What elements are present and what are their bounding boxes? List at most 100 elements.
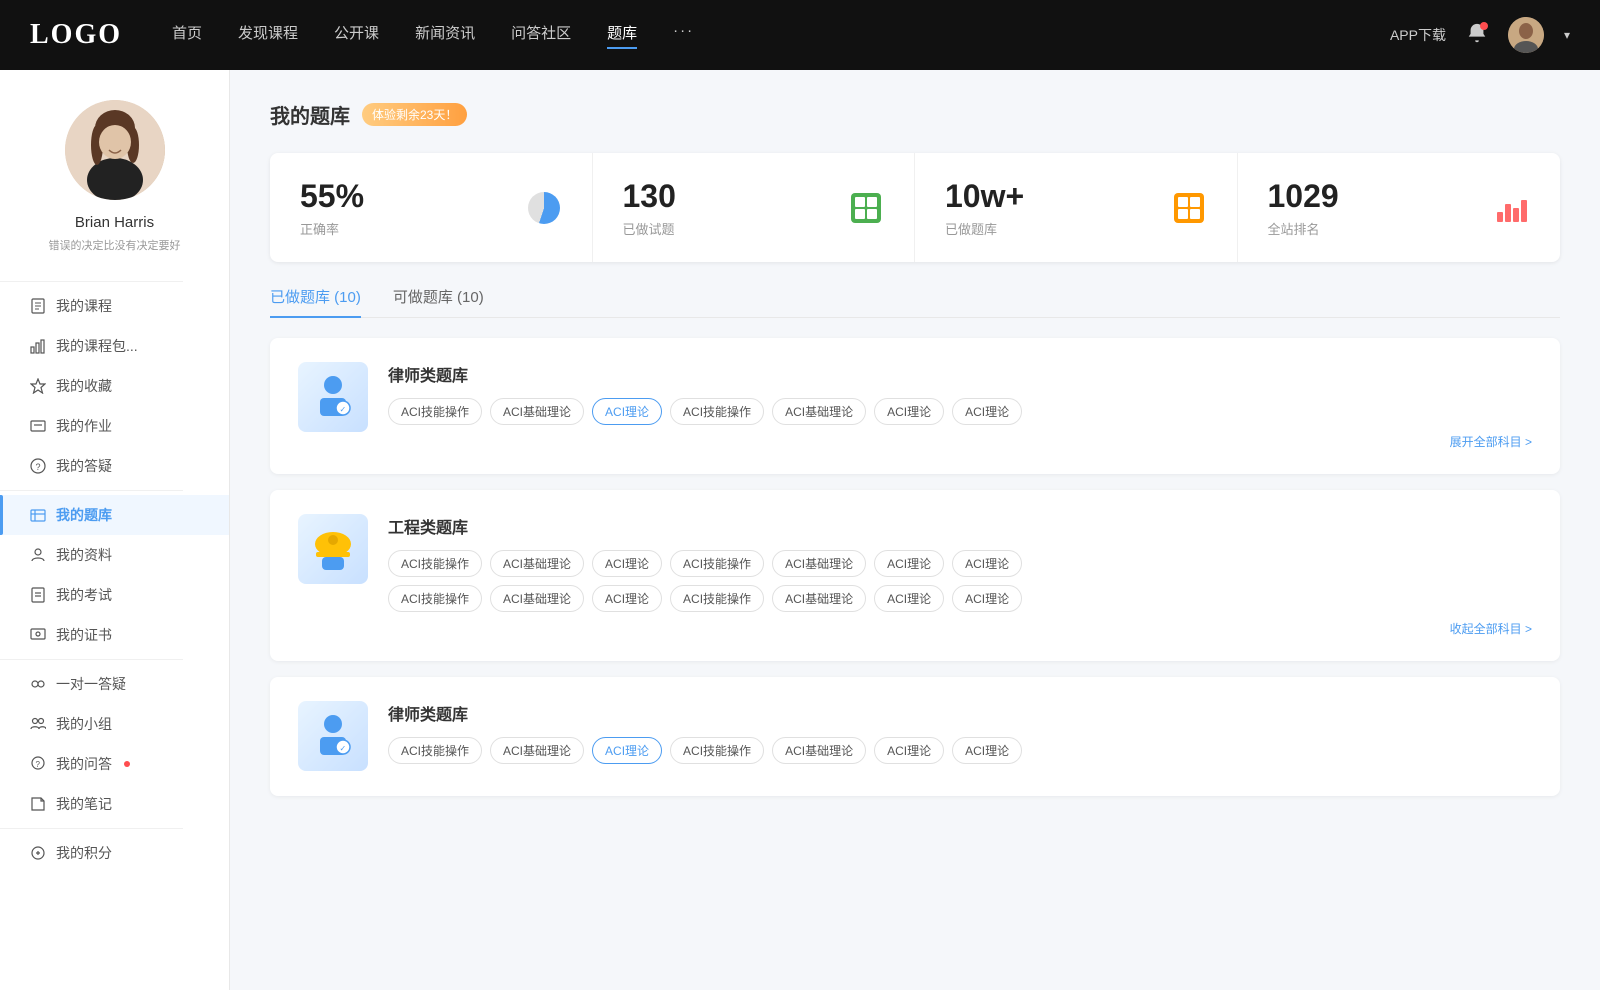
notification-dot bbox=[1480, 22, 1488, 30]
qbank-tag-2-5[interactable]: ACI理论 bbox=[874, 737, 944, 764]
sidebar-item-favorites[interactable]: 我的收藏 bbox=[0, 366, 229, 406]
user-dropdown-arrow[interactable]: ▾ bbox=[1564, 28, 1570, 42]
sidebar-menu: 我的课程 我的课程包... 我的收藏 我的作业 bbox=[0, 277, 229, 873]
sidebar-avatar-image bbox=[65, 100, 165, 200]
sidebar-item-profile[interactable]: 我的资料 bbox=[0, 535, 229, 575]
qbank-tag-1-1[interactable]: ACI基础理论 bbox=[490, 550, 584, 577]
qbank-icon-lawyer-2: ✓ bbox=[298, 701, 368, 771]
sidebar-item-qa[interactable]: ? 我的问答 bbox=[0, 744, 229, 784]
qbank-tag-0-2[interactable]: ACI理论 bbox=[592, 398, 662, 425]
app-download-link[interactable]: APP下载 bbox=[1390, 25, 1446, 45]
qbank-info-2: 律师类题库 ACI技能操作 ACI基础理论 ACI理论 ACI技能操作 ACI基… bbox=[388, 701, 1532, 772]
sidebar-item-points[interactable]: 我的积分 bbox=[0, 833, 229, 873]
nav-qa[interactable]: 问答社区 bbox=[511, 22, 571, 49]
qbank-name-1: 工程类题库 bbox=[388, 514, 1532, 538]
sidebar-item-notes[interactable]: 我的笔记 bbox=[0, 784, 229, 824]
qbank-card-2: ✓ 律师类题库 ACI技能操作 ACI基础理论 ACI理论 ACI技能操作 AC… bbox=[270, 677, 1560, 796]
sidebar-divider-4 bbox=[0, 828, 183, 829]
qbank-tag-1-6[interactable]: ACI理论 bbox=[952, 550, 1022, 577]
qbank-tag-1-r2-3[interactable]: ACI技能操作 bbox=[670, 585, 764, 612]
stat-card-done-questions: 130 已做试题 bbox=[593, 153, 916, 262]
qbank-tag-1-4[interactable]: ACI基础理论 bbox=[772, 550, 866, 577]
stat-value-done-banks: 10w+ bbox=[945, 177, 1155, 215]
qbank-tags-1-row2: ACI技能操作 ACI基础理论 ACI理论 ACI技能操作 ACI基础理论 AC… bbox=[388, 585, 1532, 612]
sidebar-item-homework[interactable]: 我的作业 bbox=[0, 406, 229, 446]
qbank-collapse-1[interactable]: 收起全部科目 > bbox=[388, 620, 1532, 637]
nav-open-course[interactable]: 公开课 bbox=[334, 22, 379, 49]
sidebar-username: Brian Harris bbox=[75, 214, 154, 231]
qbank-tag-2-4[interactable]: ACI基础理论 bbox=[772, 737, 866, 764]
sidebar-item-qbank[interactable]: 我的题库 bbox=[0, 495, 229, 535]
qbank-tag-1-r2-4[interactable]: ACI基础理论 bbox=[772, 585, 866, 612]
nav-discover[interactable]: 发现课程 bbox=[238, 22, 298, 49]
qbank-tag-0-5[interactable]: ACI理论 bbox=[874, 398, 944, 425]
qbank-tag-1-r2-5[interactable]: ACI理论 bbox=[874, 585, 944, 612]
notification-bell[interactable] bbox=[1466, 22, 1488, 49]
qbank-name-2: 律师类题库 bbox=[388, 701, 1532, 725]
sidebar-item-homework-label: 我的作业 bbox=[56, 416, 112, 436]
qbank-tag-0-4[interactable]: ACI基础理论 bbox=[772, 398, 866, 425]
qbank-info-1: 工程类题库 ACI技能操作 ACI基础理论 ACI理论 ACI技能操作 ACI基… bbox=[388, 514, 1532, 637]
qbank-tag-0-1[interactable]: ACI基础理论 bbox=[490, 398, 584, 425]
qbank-tag-1-3[interactable]: ACI技能操作 bbox=[670, 550, 764, 577]
nav-news[interactable]: 新闻资讯 bbox=[415, 22, 475, 49]
qa-icon: ? bbox=[30, 756, 46, 772]
qbank-tag-1-r2-2[interactable]: ACI理论 bbox=[592, 585, 662, 612]
chart-bars-icon bbox=[30, 338, 46, 354]
qbank-tag-0-6[interactable]: ACI理论 bbox=[952, 398, 1022, 425]
sidebar-item-1on1[interactable]: 一对一答疑 bbox=[0, 664, 229, 704]
user-avatar[interactable] bbox=[1508, 17, 1544, 53]
sidebar-item-exams[interactable]: 我的考试 bbox=[0, 575, 229, 615]
group-icon bbox=[30, 716, 46, 732]
sidebar-item-course-packages[interactable]: 我的课程包... bbox=[0, 326, 229, 366]
qbank-tag-1-r2-0[interactable]: ACI技能操作 bbox=[388, 585, 482, 612]
sidebar-item-points-label: 我的积分 bbox=[56, 843, 112, 863]
qbank-tag-2-1[interactable]: ACI基础理论 bbox=[490, 737, 584, 764]
qbank-tag-1-r2-6[interactable]: ACI理论 bbox=[952, 585, 1022, 612]
stat-label-done-questions: 已做试题 bbox=[623, 219, 833, 238]
qbank-icon-lawyer-0: ✓ bbox=[298, 362, 368, 432]
qbank-tag-1-2[interactable]: ACI理论 bbox=[592, 550, 662, 577]
qbank-tag-0-3[interactable]: ACI技能操作 bbox=[670, 398, 764, 425]
qbank-tags-2: ACI技能操作 ACI基础理论 ACI理论 ACI技能操作 ACI基础理论 AC… bbox=[388, 737, 1532, 764]
qbank-tag-1-r2-1[interactable]: ACI基础理论 bbox=[490, 585, 584, 612]
sidebar-item-courses[interactable]: 我的课程 bbox=[0, 286, 229, 326]
qbank-expand-0[interactable]: 展开全部科目 > bbox=[388, 433, 1532, 450]
qbank-tag-1-5[interactable]: ACI理论 bbox=[874, 550, 944, 577]
qbank-tags-1-row1: ACI技能操作 ACI基础理论 ACI理论 ACI技能操作 ACI基础理论 AC… bbox=[388, 550, 1532, 577]
sidebar-item-groups[interactable]: 我的小组 bbox=[0, 704, 229, 744]
engineering-helmet-icon bbox=[308, 524, 358, 574]
stat-label-accuracy: 正确率 bbox=[300, 219, 510, 238]
sidebar-item-certs[interactable]: 我的证书 bbox=[0, 615, 229, 655]
chat-icon bbox=[30, 676, 46, 692]
qbank-tag-2-2[interactable]: ACI理论 bbox=[592, 737, 662, 764]
nav-home[interactable]: 首页 bbox=[172, 22, 202, 49]
tab-done-banks[interactable]: 已做题库 (10) bbox=[270, 286, 361, 317]
sidebar-item-exams-label: 我的考试 bbox=[56, 585, 112, 605]
sidebar-item-answers[interactable]: ? 我的答疑 bbox=[0, 446, 229, 486]
stat-label-ranking: 全站排名 bbox=[1268, 219, 1479, 238]
trial-badge: 体验剩余23天！ bbox=[362, 103, 467, 126]
nav-bank[interactable]: 题库 bbox=[607, 22, 637, 49]
sidebar-avatar bbox=[65, 100, 165, 200]
qbank-info-0: 律师类题库 ACI技能操作 ACI基础理论 ACI理论 ACI技能操作 ACI基… bbox=[388, 362, 1532, 450]
bank-icon bbox=[30, 507, 46, 523]
qbank-header-1: 工程类题库 ACI技能操作 ACI基础理论 ACI理论 ACI技能操作 ACI基… bbox=[298, 514, 1532, 637]
stat-value-accuracy: 55% bbox=[300, 177, 510, 215]
sidebar-item-qa-label: 我的问答 bbox=[56, 754, 112, 774]
qbank-tag-2-6[interactable]: ACI理论 bbox=[952, 737, 1022, 764]
star-icon bbox=[30, 378, 46, 394]
exam-icon bbox=[30, 587, 46, 603]
qbank-card-1: 工程类题库 ACI技能操作 ACI基础理论 ACI理论 ACI技能操作 ACI基… bbox=[270, 490, 1560, 661]
qbank-tag-0-0[interactable]: ACI技能操作 bbox=[388, 398, 482, 425]
cert-icon bbox=[30, 627, 46, 643]
qbank-tag-1-0[interactable]: ACI技能操作 bbox=[388, 550, 482, 577]
qbank-tag-2-3[interactable]: ACI技能操作 bbox=[670, 737, 764, 764]
nav-more[interactable]: ··· bbox=[673, 22, 694, 49]
stats-row: 55% 正确率 130 已做试题 bbox=[270, 153, 1560, 262]
tab-available-banks[interactable]: 可做题库 (10) bbox=[393, 286, 484, 317]
qbank-tag-2-0[interactable]: ACI技能操作 bbox=[388, 737, 482, 764]
qbank-name-0: 律师类题库 bbox=[388, 362, 1532, 386]
page-header: 我的题库 体验剩余23天！ bbox=[270, 100, 1560, 129]
sidebar-divider-1 bbox=[0, 281, 183, 282]
